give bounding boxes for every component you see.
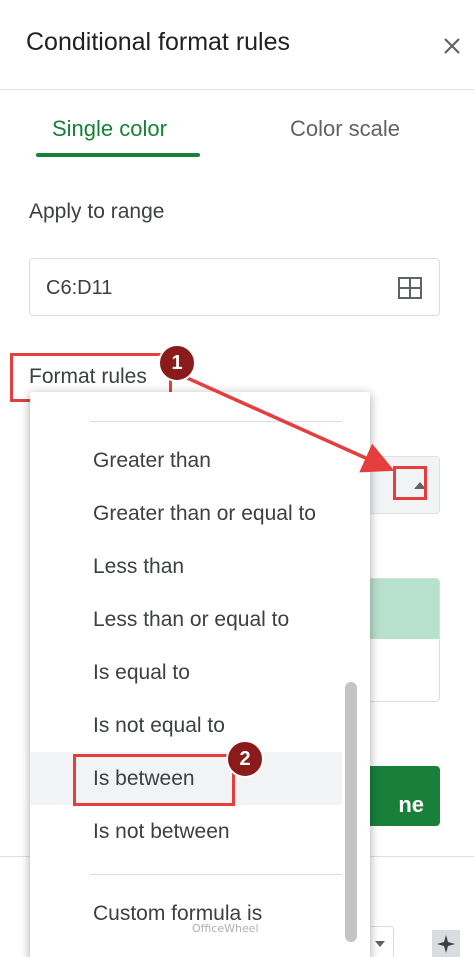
step-badge-1: 1: [158, 344, 196, 382]
watermark-text: OfficeWheel: [192, 922, 259, 935]
annotation-arrow: [175, 371, 395, 473]
step-badge-2: 2: [226, 740, 264, 778]
